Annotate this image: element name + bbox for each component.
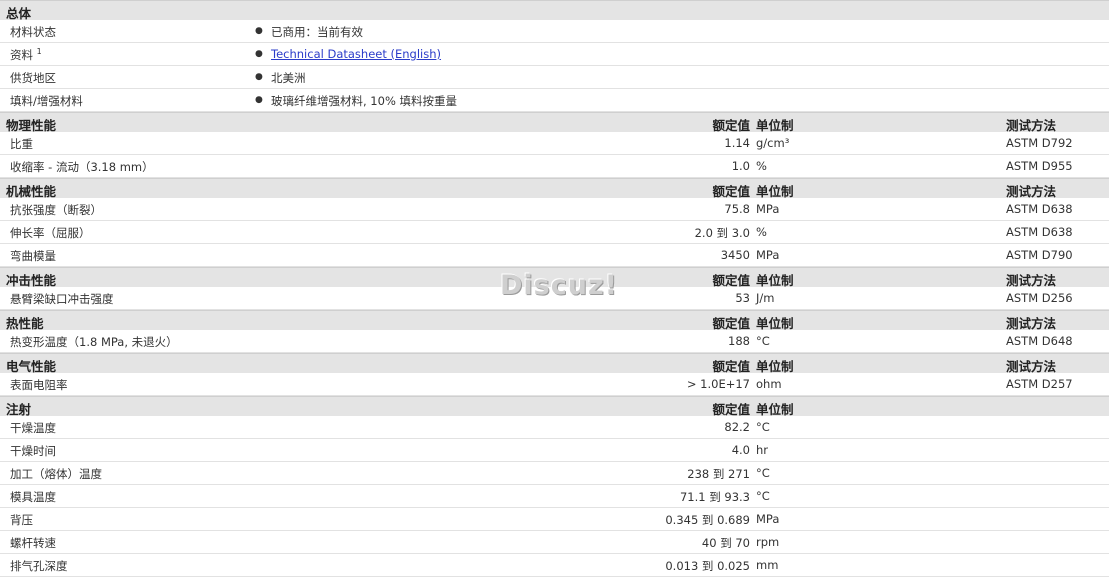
section-header-overview: 总体 xyxy=(0,0,1109,21)
property-name: 热变形温度（1.8 MPa, 未退火） xyxy=(10,335,178,349)
property-unit: °C xyxy=(756,489,770,503)
property-value: > 1.0E+17 xyxy=(686,377,750,391)
row-label: 材料状态 xyxy=(10,25,56,39)
test-method: ASTM D256 xyxy=(1006,291,1073,305)
property-name: 表面电阻率 xyxy=(10,378,68,392)
property-name: 收缩率 - 流动（3.18 mm） xyxy=(10,160,154,174)
property-row: 收缩率 - 流动（3.18 mm） 1.0% ASTM D955 xyxy=(0,155,1109,178)
property-value: 0.013 到 0.025 xyxy=(665,559,750,573)
property-row: 模具温度 71.1 到 93.3 °C xyxy=(0,485,1109,508)
property-name: 弯曲模量 xyxy=(10,249,56,263)
property-row: 干燥时间 4.0 hr xyxy=(0,439,1109,462)
property-name: 螺杆转速 xyxy=(10,536,56,550)
section-header: 电气性能 额定值 单位制 测试方法 xyxy=(0,353,1109,374)
property-unit: rpm xyxy=(756,535,780,549)
property-row: 螺杆转速 40 到 70 rpm xyxy=(0,531,1109,554)
property-row: 抗张强度（断裂） 75.8 MPa ASTM D638 xyxy=(0,198,1109,221)
section-header: 注射 额定值 单位制 xyxy=(0,396,1109,417)
property-row: 干燥温度 82.2 °C xyxy=(0,416,1109,439)
test-method: ASTM D638 xyxy=(1006,202,1073,216)
property-value: 71.1 到 93.3 xyxy=(679,490,750,504)
property-name: 比重 xyxy=(10,137,33,151)
bullet-icon: ● xyxy=(255,72,263,82)
property-row: 热变形温度（1.8 MPa, 未退火） 188 °C ASTM D648 xyxy=(0,330,1109,353)
section-header: 热性能 额定值 单位制 测试方法 xyxy=(0,310,1109,331)
bullet-icon: ● xyxy=(255,49,263,59)
property-value: 2.0 到 3.0 xyxy=(694,226,750,240)
bullet-icon: ● xyxy=(255,95,263,105)
property-value: 1.0 xyxy=(731,159,750,173)
section-header: 物理性能 额定值 单位制 测试方法 xyxy=(0,112,1109,133)
property-name: 背压 xyxy=(10,513,33,527)
property-unit: hr xyxy=(756,443,769,457)
test-method: ASTM D792 xyxy=(1006,136,1073,150)
property-name: 伸长率（屈服） xyxy=(10,226,91,240)
overview-row: 资料 1 ● Technical Datasheet (English) xyxy=(0,43,1109,66)
footnote-marker: 1 xyxy=(36,47,42,57)
datasheet-link[interactable]: Technical Datasheet (English) xyxy=(271,47,441,61)
row-label: 供货地区 xyxy=(10,71,56,85)
property-row: 排气孔深度 0.013 到 0.025 mm xyxy=(0,554,1109,577)
property-value: 75.8 xyxy=(724,202,750,216)
property-row: 加工（熔体）温度 238 到 271 °C xyxy=(0,462,1109,485)
property-sections: 物理性能 额定值 单位制 测试方法比重 1.14 g/cm³ ASTM D792 收缩率 - … xyxy=(0,112,1109,577)
property-name: 干燥温度 xyxy=(10,421,56,435)
overview-row: 填料/增强材料 ● 玻璃纤维增强材料, 10% 填料按重量 xyxy=(0,89,1109,112)
property-unit: MPa xyxy=(756,248,780,262)
test-method: ASTM D955 xyxy=(1006,159,1073,173)
property-value: 0.345 到 0.689 xyxy=(665,513,750,527)
property-unit: mm xyxy=(756,558,779,572)
property-row: 弯曲模量 3450 MPa ASTM D790 xyxy=(0,244,1109,267)
property-unit: % xyxy=(756,225,767,239)
watermark-logo: Discuz! xyxy=(500,270,618,301)
property-row: 背压 0.345 到 0.689 MPa xyxy=(0,508,1109,531)
property-row: 伸长率（屈服） 2.0 到 3.0% ASTM D638 xyxy=(0,221,1109,244)
property-value: 4.0 xyxy=(731,443,750,457)
property-value: 188 xyxy=(728,334,750,348)
property-value: 40 到 70 xyxy=(701,536,750,550)
overview-row: 供货地区 ● 北美洲 xyxy=(0,66,1109,89)
section-header: 机械性能 额定值 单位制 测试方法 xyxy=(0,178,1109,199)
property-name: 加工（熔体）温度 xyxy=(10,467,102,481)
test-method: ASTM D648 xyxy=(1006,334,1073,348)
bullet-icon: ● xyxy=(255,26,263,36)
row-info: 玻璃纤维增强材料, 10% 填料按重量 xyxy=(271,94,458,108)
row-label: 填料/增强材料 xyxy=(10,94,83,108)
property-unit: MPa xyxy=(756,512,780,526)
property-value: 3450 xyxy=(720,248,750,262)
property-unit: % xyxy=(756,159,767,173)
property-value: 238 到 271 xyxy=(687,467,750,481)
property-unit: J/m xyxy=(756,291,775,305)
property-value: 1.14 xyxy=(724,136,750,150)
property-row: 比重 1.14 g/cm³ ASTM D792 xyxy=(0,132,1109,155)
test-method: ASTM D638 xyxy=(1006,225,1073,239)
row-info: 已商用：当前有效 xyxy=(271,25,363,39)
row-info: 北美洲 xyxy=(271,71,306,85)
test-method: ASTM D790 xyxy=(1006,248,1073,262)
property-unit: °C xyxy=(756,334,770,348)
property-name: 排气孔深度 xyxy=(10,559,68,573)
property-name: 模具温度 xyxy=(10,490,56,504)
property-unit: ohm xyxy=(756,377,782,391)
property-unit: °C xyxy=(756,420,770,434)
property-unit: MPa xyxy=(756,202,780,216)
property-unit: g/cm³ xyxy=(756,136,790,150)
row-label: 资料 1 xyxy=(10,47,42,62)
overview-row: 材料状态 ● 已商用：当前有效 xyxy=(0,20,1109,43)
property-row: 表面电阻率 > 1.0E+17 ohm ASTM D257 xyxy=(0,373,1109,396)
test-method: ASTM D257 xyxy=(1006,377,1073,391)
property-name: 悬臂梁缺口冲击强度 xyxy=(10,292,114,306)
property-unit: °C xyxy=(756,466,770,480)
property-value: 82.2 xyxy=(724,420,750,434)
property-name: 干燥时间 xyxy=(10,444,56,458)
property-name: 抗张强度（断裂） xyxy=(10,203,102,217)
property-value: 53 xyxy=(735,291,750,305)
